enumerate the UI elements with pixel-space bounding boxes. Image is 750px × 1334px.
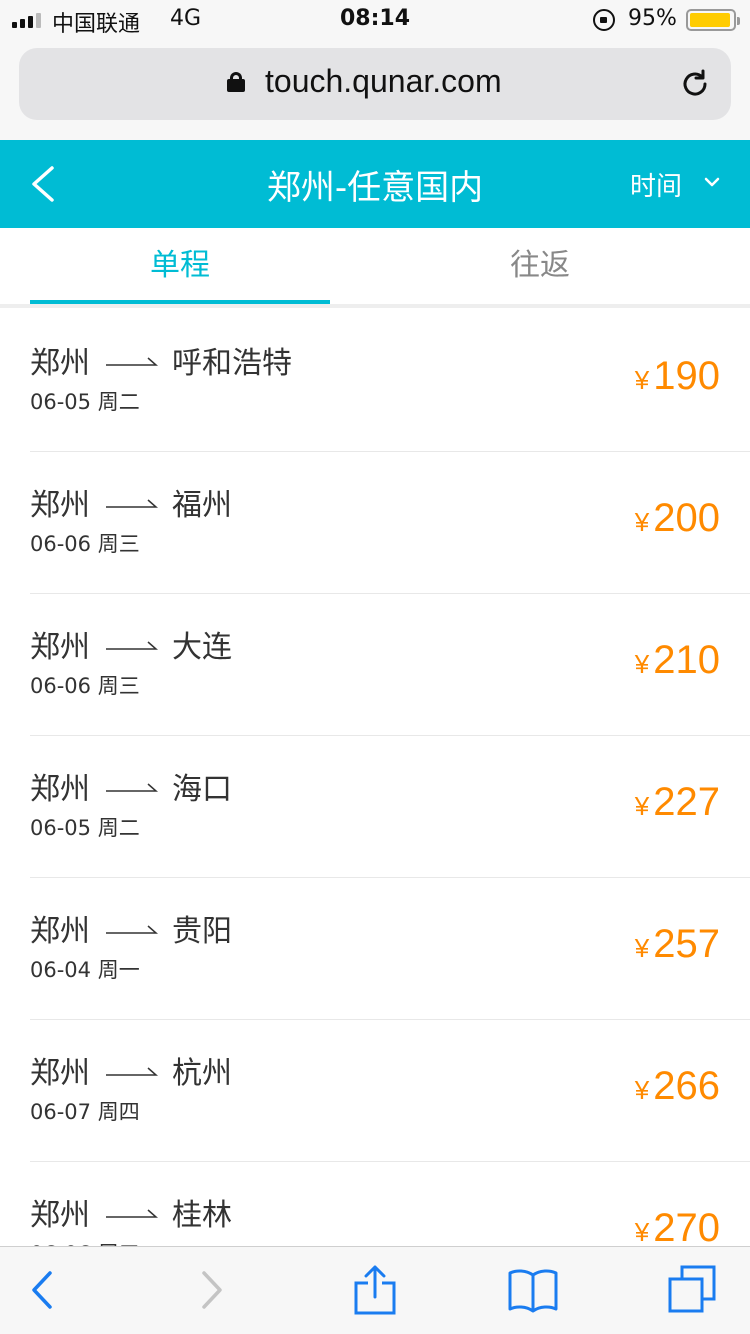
- list-item[interactable]: 郑州 呼和浩特 06-05 周二 ¥190: [30, 310, 750, 452]
- arrow-right-icon: [106, 925, 158, 934]
- route: 郑州 杭州: [30, 1048, 232, 1092]
- url-text[interactable]: touch.qunar.com: [265, 63, 502, 100]
- origin-city: 郑州: [30, 914, 90, 949]
- active-tab-indicator: [30, 300, 330, 304]
- currency-symbol: ¥: [634, 791, 650, 821]
- origin-city: 郑州: [30, 1056, 90, 1091]
- arrow-right-icon: [106, 783, 158, 792]
- price: ¥190: [635, 354, 720, 399]
- departure-date: 06-04 周一: [30, 958, 140, 982]
- tab-round-trip[interactable]: 往返: [390, 228, 690, 304]
- arrow-right-icon: [106, 641, 158, 650]
- list-item[interactable]: 郑州 大连 06-06 周三 ¥210: [30, 594, 750, 736]
- departure-date: 06-05 周二: [30, 816, 140, 840]
- price-value: 270: [653, 1206, 720, 1246]
- price: ¥200: [635, 496, 720, 541]
- price: ¥257: [635, 922, 720, 967]
- destination-city: 福州: [172, 488, 232, 523]
- route: 郑州 海口: [30, 764, 232, 808]
- destination-city: 呼和浩特: [172, 346, 292, 381]
- back-icon[interactable]: [16, 1263, 70, 1317]
- price-value: 210: [653, 638, 720, 682]
- currency-symbol: ¥: [634, 649, 650, 679]
- app-header: 郑州-任意国内 时间: [0, 140, 750, 228]
- list-item[interactable]: 郑州 海口 06-05 周二 ¥227: [30, 736, 750, 878]
- arrow-right-icon: [106, 499, 158, 508]
- arrow-right-icon: [106, 1067, 158, 1076]
- chevron-down-icon[interactable]: [704, 174, 720, 190]
- currency-symbol: ¥: [634, 365, 650, 395]
- currency-symbol: ¥: [634, 507, 650, 537]
- origin-city: 郑州: [30, 772, 90, 807]
- bookmarks-icon[interactable]: [506, 1263, 560, 1317]
- battery-icon: [686, 9, 740, 31]
- browser-toolbar: [0, 1246, 750, 1334]
- route: 郑州 大连: [30, 622, 232, 666]
- route: 郑州 桂林: [30, 1190, 232, 1234]
- browser-chrome: 中国联通 4G 08:14 95% touch.qunar.com: [0, 0, 750, 140]
- route: 郑州 福州: [30, 480, 232, 524]
- price-value: 190: [653, 354, 720, 398]
- arrow-right-icon: [106, 1209, 158, 1218]
- share-icon[interactable]: [348, 1263, 402, 1317]
- list-item[interactable]: 郑州 桂林 06-06 周三 ¥270: [30, 1162, 750, 1246]
- destination-city: 桂林: [172, 1198, 232, 1233]
- price-value: 200: [653, 496, 720, 540]
- price: ¥210: [635, 638, 720, 683]
- list-item[interactable]: 郑州 贵阳 06-04 周一 ¥257: [30, 878, 750, 1020]
- tab-single[interactable]: 单程: [30, 228, 330, 304]
- forward-icon[interactable]: [184, 1263, 238, 1317]
- reload-icon[interactable]: [679, 68, 711, 100]
- origin-city: 郑州: [30, 1198, 90, 1233]
- departure-date: 06-06 周三: [30, 1238, 140, 1246]
- padlock-icon: [227, 72, 245, 92]
- destination-city: 大连: [172, 630, 232, 665]
- route: 郑州 呼和浩特: [30, 338, 292, 382]
- currency-symbol: ¥: [634, 1075, 650, 1105]
- currency-symbol: ¥: [634, 933, 650, 963]
- trip-type-tabs: 单程 往返: [0, 228, 750, 308]
- arrow-right-icon: [106, 357, 158, 366]
- departure-date: 06-06 周三: [30, 674, 140, 698]
- route: 郑州 贵阳: [30, 906, 232, 950]
- currency-symbol: ¥: [634, 1217, 650, 1246]
- price: ¥266: [635, 1064, 720, 1109]
- departure-date: 06-07 周四: [30, 1100, 140, 1124]
- origin-city: 郑州: [30, 346, 90, 381]
- price-value: 227: [653, 780, 720, 824]
- list-item[interactable]: 郑州 杭州 06-07 周四 ¥266: [30, 1020, 750, 1162]
- battery-percent: 95%: [628, 6, 677, 31]
- destination-city: 海口: [172, 772, 232, 807]
- flight-list[interactable]: 郑州 呼和浩特 06-05 周二 ¥190 郑州 福州 06-06 周三 ¥20…: [0, 310, 750, 1246]
- departure-date: 06-05 周二: [30, 390, 140, 414]
- address-bar[interactable]: touch.qunar.com: [19, 48, 731, 120]
- sort-dropdown[interactable]: 时间: [630, 166, 682, 203]
- origin-city: 郑州: [30, 630, 90, 665]
- rotation-lock-icon: [593, 9, 615, 31]
- destination-city: 杭州: [172, 1056, 232, 1091]
- departure-date: 06-06 周三: [30, 532, 140, 556]
- destination-city: 贵阳: [172, 914, 232, 949]
- price: ¥270: [635, 1206, 720, 1246]
- list-item[interactable]: 郑州 福州 06-06 周三 ¥200: [30, 452, 750, 594]
- status-bar: 中国联通 4G 08:14 95%: [0, 0, 750, 40]
- price-value: 266: [653, 1064, 720, 1108]
- origin-city: 郑州: [30, 488, 90, 523]
- tabs-icon[interactable]: [666, 1263, 720, 1317]
- price-value: 257: [653, 922, 720, 966]
- price: ¥227: [635, 780, 720, 825]
